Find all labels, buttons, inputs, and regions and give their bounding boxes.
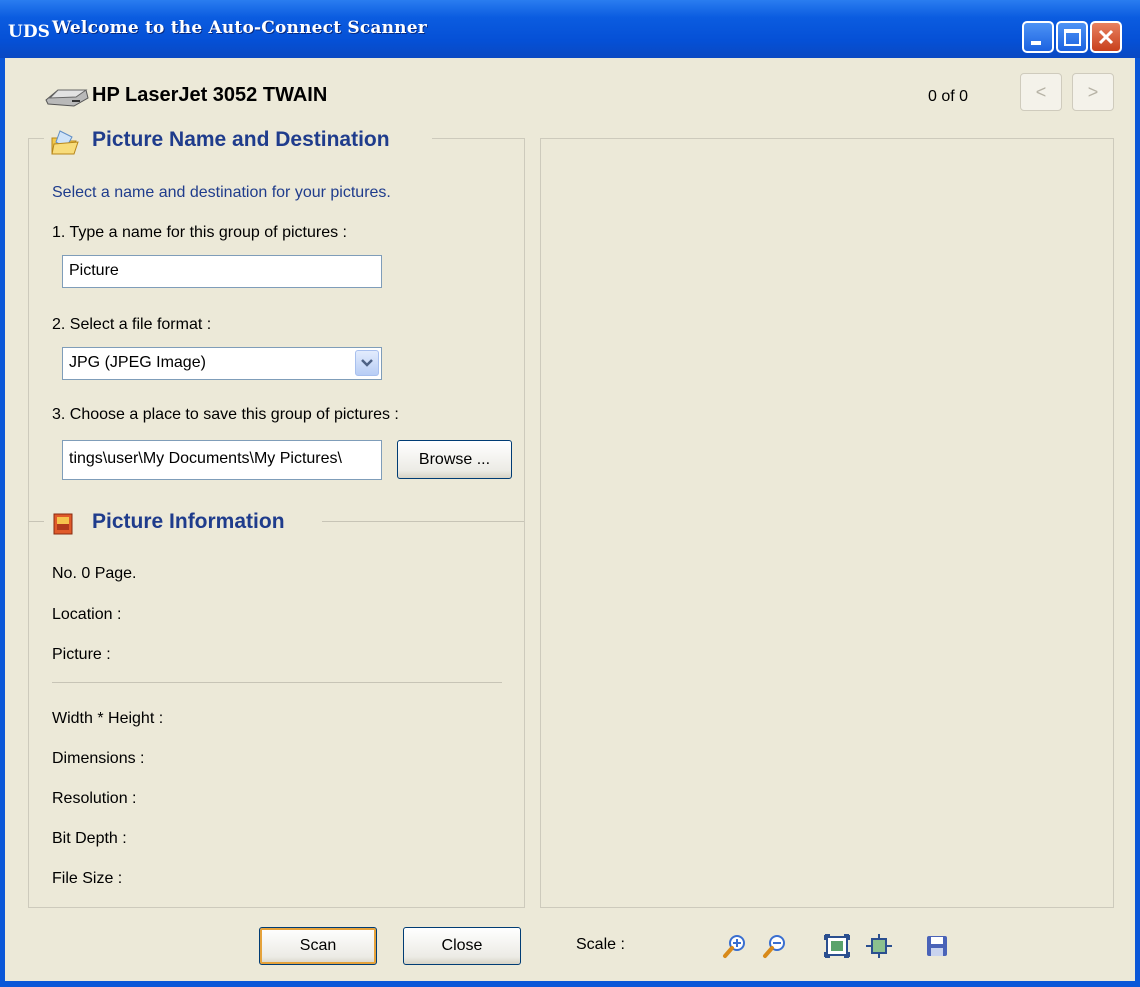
chevron-down-icon (361, 359, 373, 367)
format-label: 2. Select a file format : (52, 316, 212, 333)
file-format-value: JPG (JPEG Image) (69, 354, 206, 371)
preview-panel (540, 138, 1114, 908)
info-section-header: Picture Information (44, 508, 322, 538)
destination-section-title: Picture Name and Destination (92, 128, 390, 151)
width-height-label: Width * Height : (52, 710, 164, 727)
folder-icon (51, 130, 79, 155)
maximize-button[interactable] (1056, 21, 1088, 53)
prev-page-button[interactable]: < (1020, 73, 1062, 111)
page-counter: 0 of 0 (928, 88, 969, 105)
minimize-button[interactable] (1022, 21, 1054, 53)
minimize-icon (1031, 41, 1041, 45)
next-page-button[interactable]: > (1072, 73, 1114, 111)
dropdown-button[interactable] (355, 350, 379, 376)
destination-section-header: Picture Name and Destination (44, 126, 432, 156)
maximize-icon (1064, 29, 1081, 46)
actual-size-icon[interactable] (866, 934, 892, 958)
save-icon[interactable] (926, 935, 948, 957)
close-icon (1098, 29, 1114, 45)
scanner-window: UDS Welcome to the Auto-Connect Scanner … (0, 0, 1140, 987)
resolution-label: Resolution : (52, 790, 137, 807)
file-format-select[interactable]: JPG (JPEG Image) (62, 347, 382, 380)
scan-button[interactable]: Scan (259, 927, 377, 965)
fit-image-icon[interactable] (824, 934, 850, 958)
group-name-input[interactable]: Picture (62, 255, 382, 288)
info-section-title: Picture Information (92, 510, 285, 533)
zoom-out-icon[interactable] (762, 933, 788, 959)
dimensions-label: Dimensions : (52, 750, 145, 767)
picture-info-icon (53, 513, 73, 535)
app-badge-icon: UDS (8, 22, 50, 42)
browse-button[interactable]: Browse ... (397, 440, 512, 479)
location-label: Location : (52, 606, 122, 623)
window-title: Welcome to the Auto-Connect Scanner (52, 18, 427, 38)
scale-label: Scale : (576, 936, 625, 953)
close-window-button[interactable] (1090, 21, 1122, 53)
device-name: HP LaserJet 3052 TWAIN (92, 84, 328, 106)
save-path-input[interactable]: tings\user\My Documents\My Pictures\ (62, 440, 382, 480)
close-button[interactable]: Close (403, 927, 521, 965)
page-number: No. 0 Page. (52, 565, 137, 582)
picture-label: Picture : (52, 646, 111, 663)
bit-depth-label: Bit Depth : (52, 830, 127, 847)
save-location-label: 3. Choose a place to save this group of … (52, 406, 399, 423)
title-bar[interactable]: UDS Welcome to the Auto-Connect Scanner (0, 0, 1140, 58)
name-label: 1. Type a name for this group of picture… (52, 224, 347, 241)
scanner-icon (45, 89, 89, 107)
info-divider (52, 682, 502, 683)
zoom-in-icon[interactable] (722, 933, 748, 959)
file-size-label: File Size : (52, 870, 123, 887)
destination-instructions: Select a name and destination for your p… (52, 184, 391, 201)
